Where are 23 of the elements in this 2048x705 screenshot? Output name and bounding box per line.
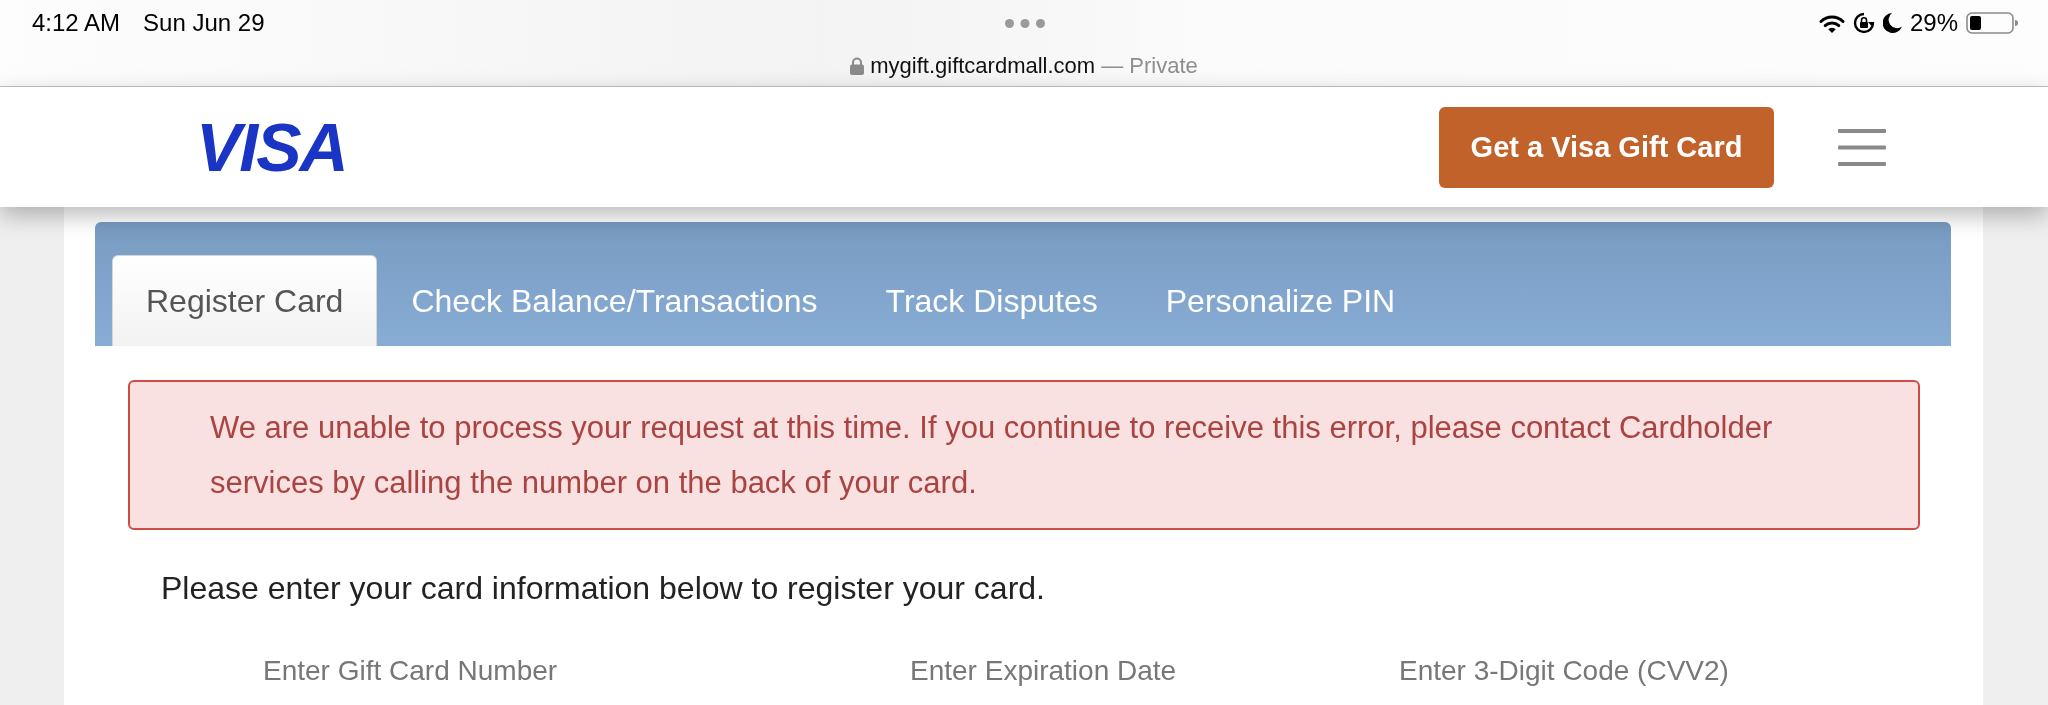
tab[interactable]: Personalize PIN <box>1131 255 1430 346</box>
date-text: Sun Jun 29 <box>143 9 265 37</box>
battery-percentage: 29% <box>1909 9 1958 37</box>
more-dots-icon[interactable] <box>1005 18 1045 28</box>
field-label: Enter 3-Digit Code (CVV2) <box>1399 654 1729 688</box>
tab[interactable]: Register Card <box>112 255 378 346</box>
error-alert: We are unable to process your request at this time. If you continue to receive this error, please contact Cardholder services by calling the number on the back of your card. <box>128 380 1920 530</box>
tab[interactable]: Check Balance/Transactions <box>377 255 852 346</box>
instruction-text: Please enter your card information below to register your card. <box>161 570 1046 606</box>
url-text[interactable]: mygift.giftcardmall.com <box>870 52 1096 80</box>
battery-icon <box>1966 12 2018 34</box>
time-text: 4:12 AM <box>32 9 121 37</box>
rotation-lock-icon <box>1852 12 1875 34</box>
private-label: — Private <box>1101 52 1198 80</box>
lock-icon <box>850 57 865 75</box>
moon-icon <box>1882 13 1902 33</box>
field-label: Enter Gift Card Number <box>263 654 558 688</box>
menu-icon[interactable] <box>1838 128 1886 166</box>
visa-logo[interactable]: VISA <box>196 117 347 177</box>
tab[interactable]: Track Disputes <box>851 255 1132 346</box>
wifi-icon <box>1818 13 1845 33</box>
field-label: Enter Expiration Date <box>910 654 1177 688</box>
get-gift-card-button[interactable]: Get a Visa Gift Card <box>1439 106 1774 188</box>
